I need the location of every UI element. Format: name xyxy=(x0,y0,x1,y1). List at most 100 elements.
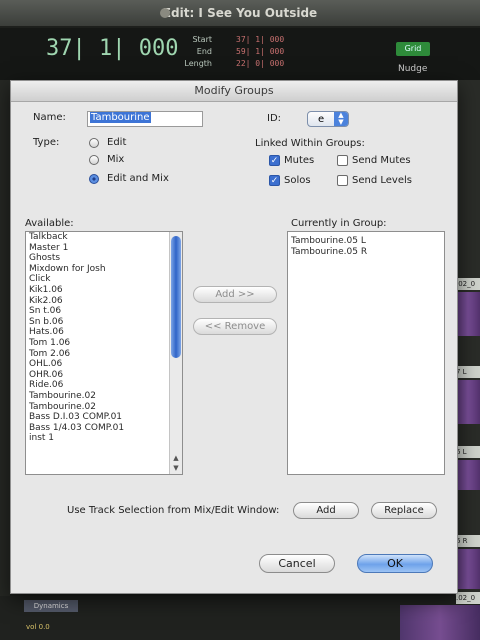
vol-label: vol xyxy=(26,623,37,631)
available-track-item[interactable]: Ride.06 xyxy=(26,380,182,391)
available-track-item[interactable]: Kik2.06 xyxy=(26,296,182,307)
checkmark-icon: ✓ xyxy=(269,155,280,166)
available-track-item[interactable]: Hats.06 xyxy=(26,327,182,338)
available-track-item[interactable]: Click xyxy=(26,274,182,285)
currently-in-group-label: Currently in Group: xyxy=(291,218,387,229)
group-rows: Tambourine.05 L Tambourine.05 R xyxy=(288,232,444,257)
solos-label: Solos xyxy=(284,175,311,186)
start-label: Start xyxy=(192,35,212,44)
end-value[interactable]: 59| 1| 000 xyxy=(236,46,284,58)
waveform xyxy=(456,292,480,336)
remove-from-group-button[interactable]: << Remove xyxy=(193,318,277,335)
available-track-item[interactable]: Tom 1.06 xyxy=(26,338,182,349)
send-mutes-label: Send Mutes xyxy=(352,155,411,166)
available-track-item[interactable]: OHL.06 xyxy=(26,359,182,370)
insert-slot[interactable]: Dynamics xyxy=(24,600,78,612)
available-tracks-list[interactable]: Talkback Master 1 Ghosts Mixdown for Josh Cl… xyxy=(25,231,183,475)
waveform xyxy=(456,549,480,589)
id-select[interactable]: e ▲ ▼ xyxy=(307,111,349,127)
type-option-label: Mix xyxy=(107,154,125,165)
scroll-up-icon[interactable]: ▲ xyxy=(170,454,182,462)
mutes-label: Mutes xyxy=(284,155,315,166)
checkmark-icon: ✓ xyxy=(269,175,280,186)
volume-readout: vol 0.0 xyxy=(26,623,50,631)
left-edge-panel xyxy=(0,80,10,640)
updown-arrows-icon: ▲ ▼ xyxy=(334,112,348,126)
available-rows: Talkback Master 1 Ghosts Mixdown for Josh Cl… xyxy=(26,232,182,444)
group-member-item[interactable]: Tambourine.05 R xyxy=(288,247,444,258)
available-track-item[interactable]: Bass 1/4.03 COMP.01 xyxy=(26,423,182,434)
type-option-label: Edit and Mix xyxy=(107,173,169,184)
group-name-field[interactable]: Tambourine xyxy=(87,111,203,127)
type-option-label: Edit xyxy=(107,137,127,148)
send-levels-label: Send Levels xyxy=(352,175,412,186)
radio-button-selected-icon xyxy=(89,173,99,184)
length-label: Length xyxy=(184,59,212,68)
linked-within-groups-label: Linked Within Groups: xyxy=(255,138,365,149)
mutes-checkbox[interactable]: ✓ Mutes xyxy=(269,155,314,166)
available-track-item[interactable]: Sn t.06 xyxy=(26,306,182,317)
available-scrollbar[interactable]: ▲ ▼ xyxy=(169,232,182,474)
group-members-list[interactable]: Tambourine.05 L Tambourine.05 R xyxy=(287,231,445,475)
track-clip-label: 7 L xyxy=(456,366,480,378)
track-selection-label: Use Track Selection from Mix/Edit Window… xyxy=(67,505,280,516)
dialog-title: Modify Groups xyxy=(11,81,457,102)
checkbox-empty-icon xyxy=(337,155,348,166)
nudge-label: Nudge xyxy=(398,64,428,74)
group-name-value: Tambourine xyxy=(90,112,151,123)
end-label: End xyxy=(196,47,212,56)
add-to-group-button[interactable]: Add >> xyxy=(193,286,277,303)
waveform xyxy=(456,380,480,424)
available-track-item[interactable]: Master 1 xyxy=(26,243,182,254)
track-clip-label: .02_0 xyxy=(456,592,480,604)
available-track-item[interactable]: Bass D.I.03 COMP.01 xyxy=(26,412,182,423)
id-label: ID: xyxy=(267,113,282,124)
selection-replace-button[interactable]: Replace xyxy=(371,502,437,519)
checkbox-empty-icon xyxy=(337,175,348,186)
available-track-item[interactable]: Tom 2.06 xyxy=(26,349,182,360)
selection-labels: Start End Length xyxy=(174,34,212,70)
available-track-item[interactable]: Talkback xyxy=(26,232,182,243)
radio-button-icon xyxy=(89,137,99,148)
window-close-icon[interactable] xyxy=(160,8,170,18)
main-counter[interactable]: 37| 1| 000 xyxy=(46,36,178,61)
start-value[interactable]: 37| 1| 000 xyxy=(236,34,284,46)
available-track-item[interactable]: OHR.06 xyxy=(26,370,182,381)
window-title: Edit: I See You Outside xyxy=(162,6,318,20)
group-member-item[interactable]: Tambourine.05 L xyxy=(288,236,444,247)
available-track-item[interactable]: Sn b.06 xyxy=(26,317,182,328)
type-label: Type: xyxy=(33,137,60,148)
waveform xyxy=(400,605,480,640)
available-track-item[interactable]: Kik1.06 xyxy=(26,285,182,296)
available-track-item[interactable]: inst 1 xyxy=(26,433,182,444)
solos-checkbox[interactable]: ✓ Solos xyxy=(269,175,311,186)
cancel-button[interactable]: Cancel xyxy=(259,554,335,573)
selection-add-button[interactable]: Add xyxy=(293,502,359,519)
modify-groups-dialog: Modify Groups Name: Tambourine ID: e ▲ ▼ … xyxy=(10,80,458,594)
vol-value: 0.0 xyxy=(38,623,50,631)
scroll-thumb[interactable] xyxy=(171,236,181,358)
type-radio-edit[interactable]: Edit xyxy=(89,137,126,148)
track-clip-label: .02_0 xyxy=(456,278,480,290)
grid-button[interactable]: Grid xyxy=(396,42,430,56)
window-title-bar: Edit: I See You Outside xyxy=(0,0,480,26)
ok-button[interactable]: OK xyxy=(357,554,433,573)
available-track-item[interactable]: Mixdown for Josh xyxy=(26,264,182,275)
send-levels-checkbox[interactable]: Send Levels xyxy=(337,175,412,186)
waveform xyxy=(456,460,480,490)
available-track-item[interactable]: Tambourine.02 xyxy=(26,391,182,402)
send-mutes-checkbox[interactable]: Send Mutes xyxy=(337,155,411,166)
available-track-item[interactable]: Tambourine.02 xyxy=(26,402,182,413)
scroll-down-icon[interactable]: ▼ xyxy=(170,464,182,472)
length-value[interactable]: 22| 0| 000 xyxy=(236,58,284,70)
track-clip-label: 6 L xyxy=(456,446,480,458)
type-radio-mix[interactable]: Mix xyxy=(89,154,124,165)
available-label: Available: xyxy=(25,218,74,229)
selection-values: 37| 1| 000 59| 1| 000 22| 0| 000 xyxy=(236,34,284,70)
track-clip-label: 6 R xyxy=(456,535,480,547)
available-track-item[interactable]: Ghosts xyxy=(26,253,182,264)
id-value: e xyxy=(318,114,325,125)
radio-button-icon xyxy=(89,154,99,165)
type-radio-edit-and-mix[interactable]: Edit and Mix xyxy=(89,173,169,184)
name-label: Name: xyxy=(33,112,66,123)
